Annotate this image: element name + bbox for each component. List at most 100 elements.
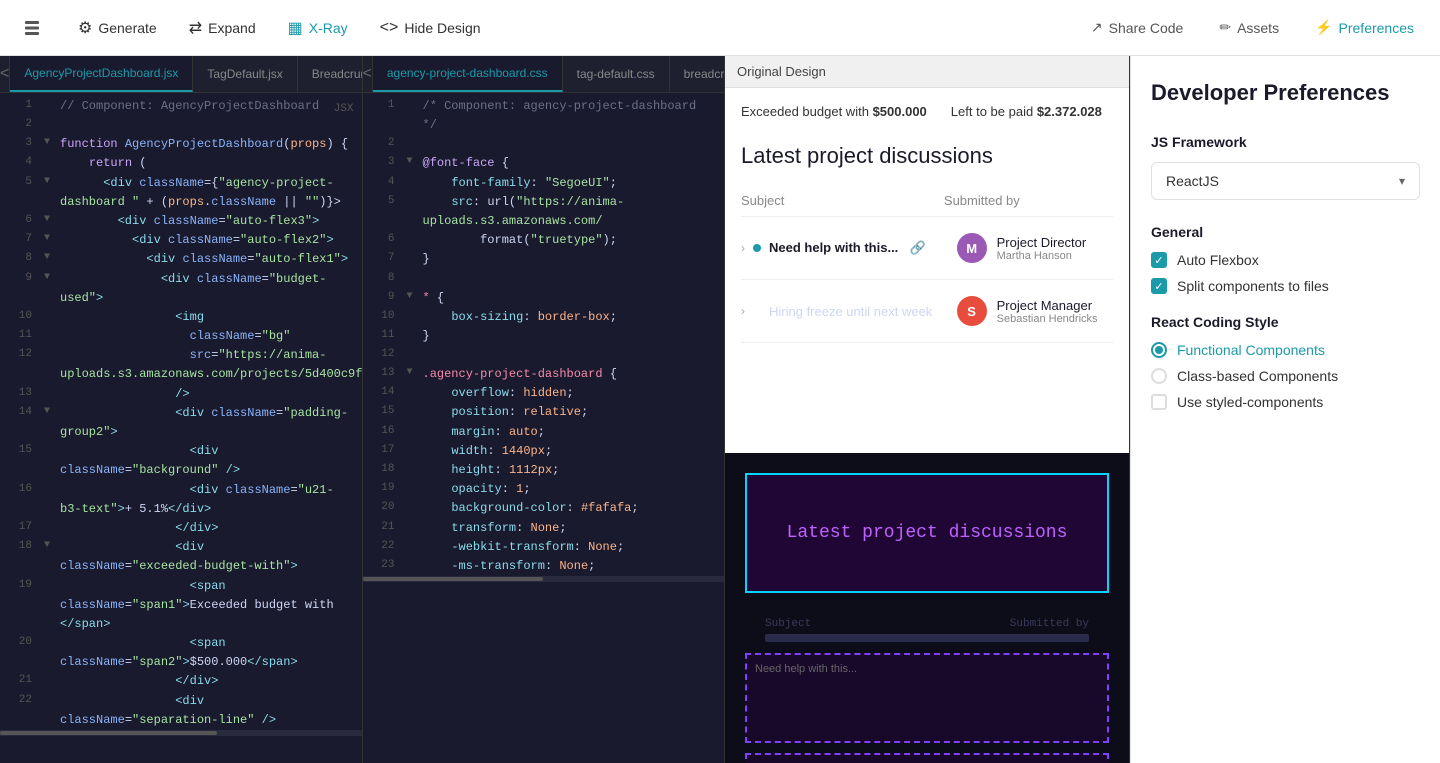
css-code-content[interactable]: 1/* Component: agency-project-dashboard … — [363, 93, 725, 763]
code-line: 10 box-sizing: border-box; — [363, 308, 725, 327]
jsx-editor: < AgencyProjectDashboard.jsx TagDefault.… — [0, 56, 363, 763]
code-line: 4 font-family: "SegoeUI"; — [363, 174, 725, 193]
use-styled-components-option[interactable]: Use styled-components — [1151, 394, 1420, 410]
expand-icon: ⇄ — [189, 18, 202, 38]
chevron-down-icon: ▾ — [1399, 174, 1405, 188]
functional-components-radio[interactable] — [1151, 342, 1167, 358]
code-line: 14 overflow: hidden; — [363, 384, 725, 403]
auto-flexbox-label: Auto Flexbox — [1177, 252, 1259, 268]
code-line: 17 width: 1440px; — [363, 442, 725, 461]
code-line: 6 format("truetype"); — [363, 231, 725, 250]
css-tabs-bar: < agency-project-dashboard.css tag-defau… — [363, 56, 725, 93]
row-subject: Need help with this... 🔗 — [769, 240, 957, 256]
coding-style-section-title: React Coding Style — [1151, 314, 1420, 330]
code-line: 9▼ <div className="budget-used"> — [0, 270, 362, 308]
code-line: 23 -ms-transform: None; — [363, 557, 725, 576]
tab-left-arrow[interactable]: < — [0, 56, 10, 92]
xray-button[interactable]: ▦ X-Ray — [274, 12, 362, 44]
submitter-role-name: Project Manager — [997, 298, 1098, 313]
split-components-checkbox[interactable]: ✓ — [1151, 278, 1167, 294]
code-line: 8▼ <div className="auto-flex1"> — [0, 250, 362, 269]
gear-icon: ⚙ — [78, 18, 92, 38]
code-line: 2 — [363, 135, 725, 154]
auto-flexbox-option[interactable]: ✓ Auto Flexbox — [1151, 252, 1420, 268]
assets-button[interactable]: ✏ Assets — [1205, 13, 1293, 42]
code-line: 3▼@font-face { — [363, 154, 725, 173]
code-line: 13 /> — [0, 385, 362, 404]
code-line: 8 — [363, 270, 725, 289]
checkmark-icon: ✓ — [1154, 254, 1163, 267]
left-to-pay: Left to be paid $2.372.028 — [951, 104, 1102, 119]
hide-design-button[interactable]: <> Hide Design — [366, 13, 495, 43]
preferences-button[interactable]: ⚡ Preferences — [1301, 13, 1428, 42]
avatar: M — [957, 233, 987, 263]
js-framework-value: ReactJS — [1166, 173, 1219, 189]
code-line: 11} — [363, 327, 725, 346]
preview-area: Original Design Exceeded budget with $50… — [725, 56, 1130, 763]
code-line: 5▼ <div className={"agency-project-dashb… — [0, 174, 362, 212]
jsx-label: JSX — [334, 101, 354, 119]
code-line: 7▼ <div className="auto-flex2"> — [0, 231, 362, 250]
submitter-person-name: Sebastian Hendricks — [997, 313, 1098, 325]
functional-components-option[interactable]: Functional Components — [1151, 342, 1420, 358]
code-line: 11 className="bg" — [0, 327, 362, 346]
code-icon: <> — [380, 19, 399, 37]
class-based-label: Class-based Components — [1177, 368, 1338, 384]
generate-button[interactable]: ⚙ Generate — [64, 12, 171, 44]
use-styled-checkbox[interactable] — [1151, 394, 1167, 410]
tab-tag-default-css[interactable]: tag-default.css — [563, 56, 670, 92]
submitter-role-name: Project Director — [997, 235, 1087, 250]
code-line: 10 <img — [0, 308, 362, 327]
design-preview-white: Exceeded budget with $500.000 Left to be… — [725, 88, 1129, 453]
code-line: 20 <span className="span2">$500.000</spa… — [0, 634, 362, 672]
discussion-row[interactable]: › Hiring freeze until next week S Projec… — [741, 280, 1113, 343]
css-tab-left-arrow[interactable]: < — [363, 56, 373, 92]
tab-breadcrumber-default-jsx[interactable]: BreadcrumberDefault.jsx — [298, 56, 362, 92]
submitter-info: Project Director Martha Hanson — [997, 235, 1087, 262]
split-components-option[interactable]: ✓ Split components to files — [1151, 278, 1420, 294]
class-based-radio[interactable] — [1151, 368, 1167, 384]
tab-breadcrum-css[interactable]: breadcrum... — [670, 56, 724, 92]
tab-agency-project-dashboard-jsx[interactable]: AgencyProjectDashboard.jsx — [10, 56, 193, 92]
code-line: 18▼ <div className="exceeded-budget-with… — [0, 538, 362, 576]
horizontal-scrollbar[interactable] — [0, 730, 362, 736]
code-line: 1/* Component: agency-project-dashboard … — [363, 97, 725, 135]
share-icon: ↗ — [1091, 19, 1103, 36]
functional-components-label: Functional Components — [1177, 342, 1325, 358]
general-section-title: General — [1151, 224, 1420, 240]
preferences-title: Developer Preferences — [1151, 80, 1420, 106]
code-line: 12 — [363, 346, 725, 365]
share-code-button[interactable]: ↗ Share Code — [1077, 13, 1197, 42]
code-line: 15 <div className="background" /> — [0, 442, 362, 480]
code-line: 1// Component: AgencyProjectDashboard — [0, 97, 362, 116]
tab-agency-project-dashboard-css[interactable]: agency-project-dashboard.css — [373, 56, 563, 92]
original-design-label: Original Design — [725, 56, 1129, 88]
css-editor: < agency-project-dashboard.css tag-defau… — [363, 56, 726, 763]
jsx-code-content[interactable]: JSX 1// Component: AgencyProjectDashboar… — [0, 93, 362, 763]
attachment-icon: 🔗 — [910, 240, 926, 255]
discussions-header: Subject Submitted by — [741, 185, 1113, 217]
discussion-row[interactable]: › Need help with this... 🔗 M Project Dir… — [741, 217, 1113, 280]
avatar: S — [957, 296, 987, 326]
toolbar: ⚙ Generate ⇄ Expand ▦ X-Ray <> Hide Desi… — [0, 0, 1440, 56]
auto-flexbox-checkbox[interactable]: ✓ — [1151, 252, 1167, 268]
split-components-label: Split components to files — [1177, 278, 1329, 294]
code-line: 22 -webkit-transform: None; — [363, 538, 725, 557]
css-horizontal-scrollbar[interactable] — [363, 576, 725, 582]
assets-icon: ✏ — [1219, 19, 1231, 36]
checkmark-icon: ✓ — [1154, 280, 1163, 293]
dark-design-preview: Latest project discussions Subject Submi… — [725, 453, 1129, 763]
exceeded-budget: Exceeded budget with $500.000 — [741, 104, 927, 119]
toolbar-left: ⚙ Generate ⇄ Expand ▦ X-Ray <> Hide Desi… — [64, 12, 1073, 44]
discussions-title: Latest project discussions — [741, 143, 1113, 169]
class-based-option[interactable]: Class-based Components — [1151, 368, 1420, 384]
code-line: 21 transform: None; — [363, 519, 725, 538]
layers-button[interactable] — [12, 8, 52, 48]
code-line: 13▼.agency-project-dashboard { — [363, 365, 725, 384]
code-line: 5 src: url("https://anima-uploads.s3.ama… — [363, 193, 725, 231]
code-line: 19 <span className="span1">Exceeded budg… — [0, 577, 362, 635]
js-framework-dropdown[interactable]: ReactJS ▾ — [1151, 162, 1420, 200]
tab-tag-default-jsx[interactable]: TagDefault.jsx — [193, 56, 297, 92]
expand-button[interactable]: ⇄ Expand — [175, 12, 270, 44]
preferences-panel: Developer Preferences JS Framework React… — [1130, 56, 1440, 763]
